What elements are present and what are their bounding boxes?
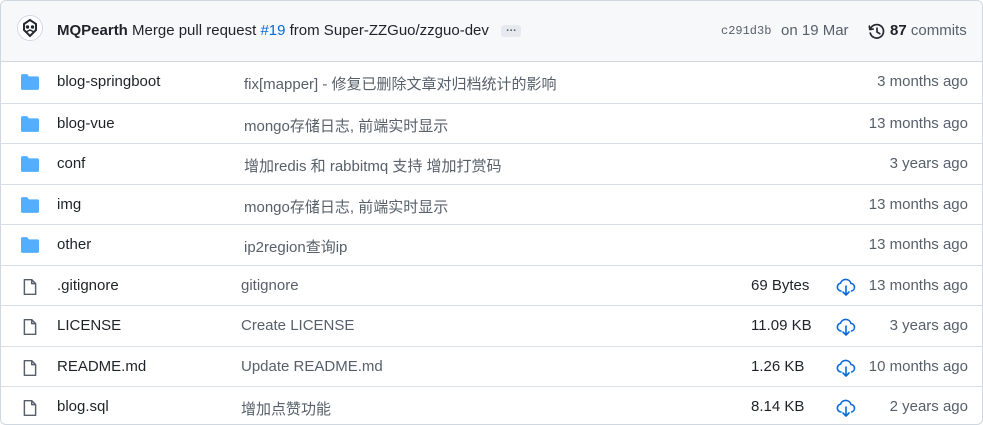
- commit-message-link[interactable]: 增加redis 和 rabbitmq 支持 增加打赏码: [244, 155, 502, 176]
- download-cloud-icon[interactable]: [836, 399, 856, 422]
- folder-row[interactable]: blog-vue mongo存储日志, 前端实时显示 13 months ago: [1, 102, 982, 144]
- latest-commit-bar: MQPearth Merge pull request #19 from Sup…: [1, 1, 982, 62]
- file-size: 11.09 KB: [751, 317, 812, 334]
- file-name-link[interactable]: LICENSE: [57, 317, 121, 334]
- history-icon[interactable]: [868, 23, 886, 46]
- last-updated: 13 months ago: [868, 236, 968, 253]
- folder-icon: [21, 237, 39, 258]
- last-updated: 13 months ago: [868, 276, 968, 294]
- file-name-link[interactable]: .gitignore: [57, 277, 119, 294]
- last-updated: 10 months ago: [868, 357, 968, 375]
- commits-link[interactable]: 87 commits: [890, 22, 967, 39]
- avatar-identicon: [18, 16, 42, 40]
- file-name-link[interactable]: blog-springboot: [57, 73, 160, 90]
- file-icon: [21, 359, 39, 382]
- file-name-link[interactable]: img: [57, 196, 81, 213]
- file-row[interactable]: README.md Update README.md 1.26 KB 10 month…: [1, 345, 982, 387]
- file-name-link[interactable]: other: [57, 236, 91, 253]
- folder-row[interactable]: blog-springboot fix[mapper] - 修复已删除文章对归档统…: [1, 62, 982, 102]
- folder-row[interactable]: conf 增加redis 和 rabbitmq 支持 增加打赏码 3 years a…: [1, 143, 982, 184]
- file-row[interactable]: LICENSE Create LICENSE 11.09 KB 3 years ago: [1, 305, 982, 346]
- file-size: 1.26 KB: [751, 357, 805, 375]
- expand-commit-message-button[interactable]: …: [501, 23, 522, 38]
- file-row[interactable]: blog.sql 增加点赞功能 8.14 KB 2 years ago: [1, 386, 982, 424]
- file-size: 69 Bytes: [751, 276, 810, 294]
- commit-message-link[interactable]: 增加点赞功能: [241, 398, 331, 419]
- file-name-link[interactable]: blog-vue: [57, 115, 115, 132]
- commit-message-end[interactable]: from Super-ZZGuo/zzguo-dev: [290, 22, 489, 39]
- commit-message-link[interactable]: mongo存储日志, 前端实时显示: [244, 196, 448, 217]
- download-cloud-icon[interactable]: [836, 359, 856, 382]
- commits-label: commits: [910, 22, 967, 39]
- last-updated: 13 months ago: [868, 114, 968, 132]
- file-name-link[interactable]: blog.sql: [57, 398, 109, 415]
- file-size: 8.14 KB: [751, 398, 805, 415]
- commit-summary: MQPearth Merge pull request #19 from Sup…: [57, 22, 522, 40]
- folder-row[interactable]: img mongo存储日志, 前端实时显示 13 months ago: [1, 183, 982, 225]
- commit-message-link[interactable]: fix[mapper] - 修复已删除文章对归档统计的影响: [244, 73, 557, 94]
- commits-count: 87: [890, 22, 907, 39]
- file-icon: [21, 278, 39, 301]
- last-updated: 13 months ago: [868, 195, 968, 213]
- commit-sha[interactable]: c291d3b: [721, 24, 771, 38]
- download-cloud-icon[interactable]: [836, 278, 856, 301]
- commit-message-link[interactable]: gitignore: [241, 277, 299, 294]
- last-updated: 3 years ago: [889, 155, 968, 172]
- commit-author[interactable]: MQPearth: [57, 22, 128, 39]
- commit-message-link[interactable]: mongo存储日志, 前端实时显示: [244, 115, 448, 136]
- folder-icon: [21, 196, 39, 218]
- file-row[interactable]: .gitignore gitignore 69 Bytes 13 months ago: [1, 264, 982, 306]
- last-updated: 2 years ago: [889, 398, 968, 415]
- file-name-link[interactable]: conf: [57, 155, 85, 172]
- folder-icon: [21, 156, 39, 177]
- file-browser: MQPearth Merge pull request #19 from Sup…: [0, 0, 983, 425]
- pull-request-link[interactable]: #19: [260, 22, 285, 39]
- file-icon: [21, 318, 39, 341]
- folder-icon: [21, 115, 39, 137]
- download-cloud-icon[interactable]: [836, 318, 856, 341]
- avatar[interactable]: [17, 15, 43, 41]
- commit-message-link[interactable]: Update README.md: [241, 358, 383, 375]
- last-updated: 3 years ago: [889, 317, 968, 334]
- commit-date: on 19 Mar: [781, 22, 849, 39]
- last-updated: 3 months ago: [877, 73, 968, 90]
- commit-message-link[interactable]: ip2region查询ip: [244, 236, 347, 257]
- file-name-link[interactable]: README.md: [57, 358, 146, 375]
- file-icon: [21, 399, 39, 422]
- folder-row[interactable]: other ip2region查询ip 13 months ago: [1, 224, 982, 265]
- folder-icon: [21, 74, 39, 95]
- commit-message-start[interactable]: Merge pull request: [132, 22, 256, 39]
- commit-message-link[interactable]: Create LICENSE: [241, 317, 354, 334]
